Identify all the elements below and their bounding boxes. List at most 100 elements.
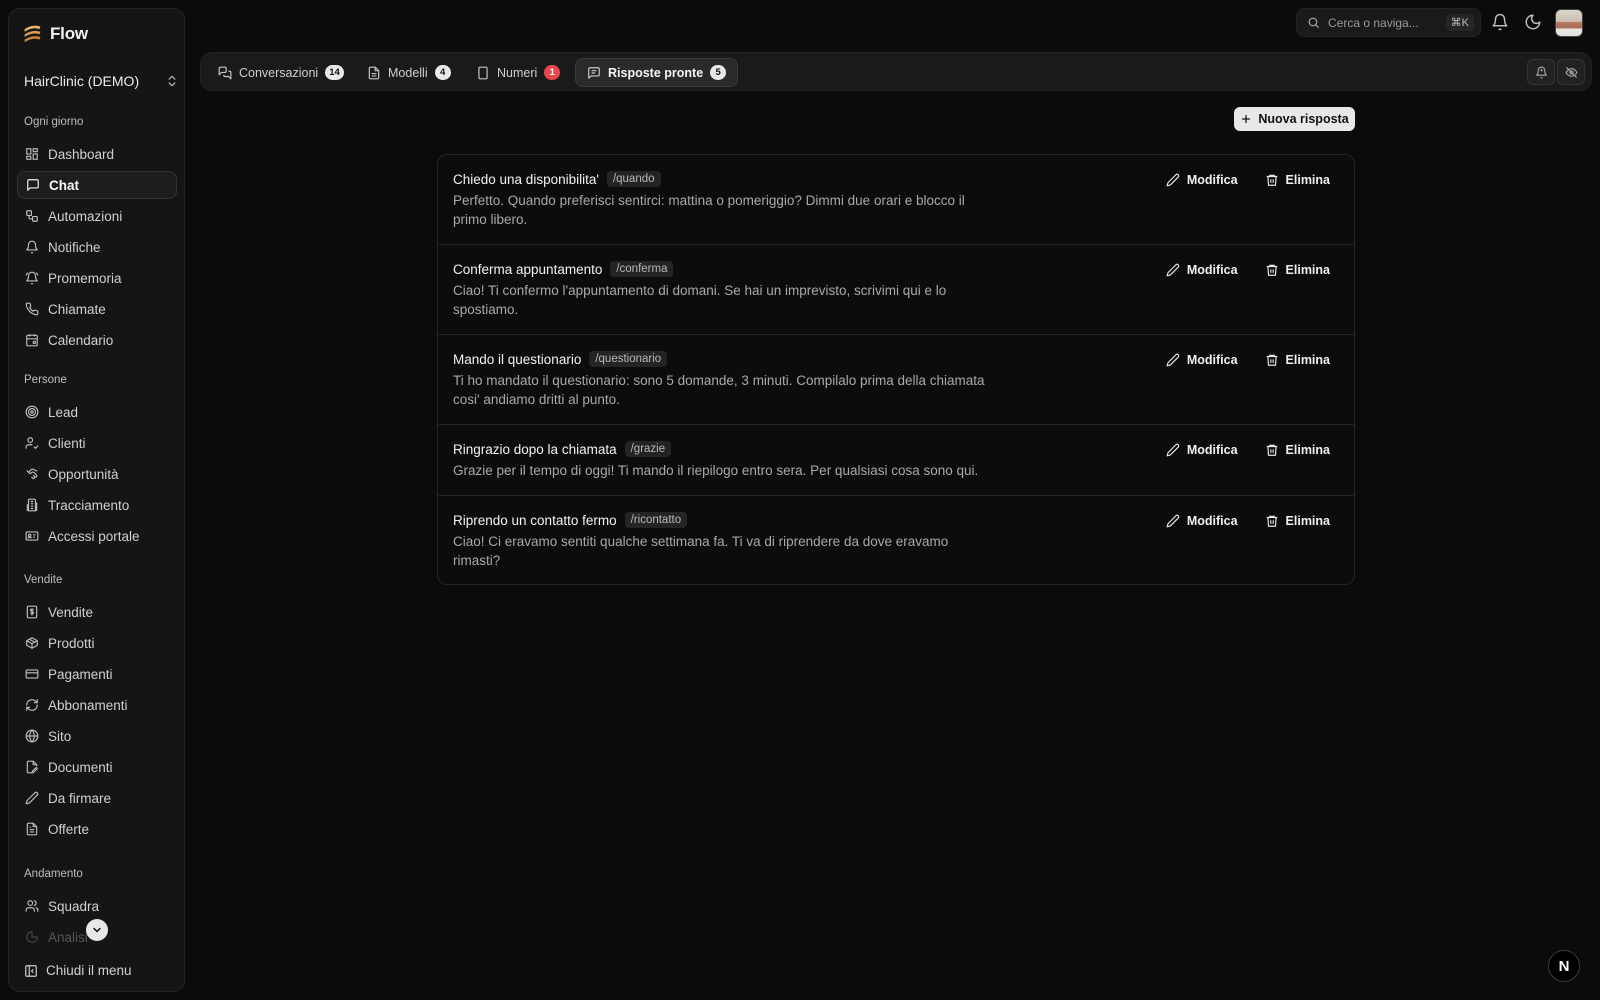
tab-label: Conversazioni — [239, 65, 319, 80]
tab-conversazioni[interactable]: Conversazioni 14 — [207, 58, 355, 87]
delete-button[interactable]: Elimina — [1265, 514, 1330, 528]
tab-count-badge: 5 — [710, 65, 727, 80]
sidebar-item-label: Accessi portale — [48, 528, 140, 544]
sidebar-item-label: Tracciamento — [48, 497, 130, 513]
sidebar-item-label: Vendite — [48, 604, 94, 620]
collapse-menu-button[interactable]: Chiudi il menu — [24, 963, 132, 978]
chart-icon — [26, 931, 38, 943]
bell-icon — [26, 240, 38, 254]
sidebar-item-pagamenti[interactable]: Pagamenti — [17, 660, 177, 688]
sidebar-item-offerte[interactable]: Offerte — [17, 815, 177, 843]
edit-button[interactable]: Modifica — [1166, 263, 1238, 277]
handshake-icon — [26, 468, 38, 480]
sidebar-item-abbonamenti[interactable]: Abbonamenti — [17, 691, 177, 719]
sidebar-item-accessi-portale[interactable]: Accessi portale — [17, 522, 177, 550]
bell-ring-icon — [25, 271, 39, 285]
section-label-persone: Persone — [24, 374, 67, 386]
section-label-andamento: Andamento — [24, 868, 83, 880]
workspace-name: HairClinic (DEMO) — [24, 73, 140, 89]
bell-icon[interactable] — [1491, 13, 1509, 31]
sidebar-item-label: Abbonamenti — [48, 697, 128, 713]
reply-body: Grazie per il tempo di oggi! Ti mando il… — [453, 463, 979, 478]
reply-title: Conferma appuntamento — [453, 261, 603, 277]
sidebar-item-chiamate[interactable]: Chiamate — [17, 295, 177, 323]
brand[interactable]: Flow — [22, 23, 88, 44]
reply-title-group: Riprendo un contatto fermo /ricontatto — [453, 512, 688, 528]
sidebar-item-automazioni[interactable]: Automazioni — [17, 202, 177, 230]
delete-button[interactable]: Elimina — [1265, 263, 1330, 277]
edit-button[interactable]: Modifica — [1166, 173, 1238, 187]
list-item: Riprendo un contatto fermo /ricontatto C… — [438, 496, 1354, 584]
dashboard-icon — [26, 148, 38, 160]
tab-numeri[interactable]: Numeri 1 — [465, 58, 571, 87]
pencil-icon — [1166, 514, 1180, 528]
file-text-icon — [26, 822, 38, 836]
sidebar-item-squadra[interactable]: Squadra — [17, 892, 177, 920]
sidebar-item-label: Calendario — [48, 332, 114, 348]
edit-label: Modifica — [1186, 173, 1238, 187]
reply-title-group: Ringrazio dopo la chiamata /grazie — [453, 441, 672, 457]
delete-button[interactable]: Elimina — [1265, 443, 1330, 457]
sidebar-item-calendario[interactable]: Calendario — [17, 326, 177, 354]
target-icon — [25, 405, 39, 419]
search-input[interactable]: Cerca o naviga... ⌘K — [1296, 8, 1481, 37]
tab-modelli[interactable]: Modelli 4 — [356, 58, 462, 87]
reply-title-group: Mando il questionario /questionario — [453, 351, 668, 367]
message-square-text-icon — [588, 66, 600, 79]
list-item: Ringrazio dopo la chiamata /grazie Grazi… — [438, 425, 1354, 496]
reply-actions: Modifica Elimina — [1166, 443, 1330, 457]
edit-label: Modifica — [1186, 514, 1238, 528]
sidebar-item-da-firmare[interactable]: Da firmare — [17, 784, 177, 812]
workspace-switcher[interactable]: HairClinic (DEMO) — [24, 67, 179, 95]
sidebar-item-opportunita[interactable]: Opportunità — [17, 460, 177, 488]
hide-button[interactable] — [1557, 59, 1585, 85]
sidebar-item-vendite[interactable]: Vendite — [17, 598, 177, 626]
edit-button[interactable]: Modifica — [1166, 514, 1238, 528]
tab-risposte-pronte[interactable]: Risposte pronte 5 — [575, 58, 739, 87]
delete-button[interactable]: Elimina — [1265, 173, 1330, 187]
reply-title-group: Conferma appuntamento /conferma — [453, 261, 674, 277]
sidebar-item-prodotti[interactable]: Prodotti — [17, 629, 177, 657]
sidebar-item-promemoria[interactable]: Promemoria — [17, 264, 177, 292]
pencil-icon — [1166, 353, 1180, 367]
sidebar-item-tracciamento[interactable]: Tracciamento — [17, 491, 177, 519]
scroll-down-button[interactable] — [86, 919, 108, 941]
building-icon — [26, 498, 38, 512]
panel-left-close-icon — [25, 964, 37, 977]
tab-label: Numeri — [497, 65, 538, 80]
sidebar-item-lead[interactable]: Lead — [17, 398, 177, 426]
reply-actions: Modifica Elimina — [1166, 514, 1330, 528]
calendar-icon — [26, 334, 38, 347]
pencil-icon — [1166, 263, 1180, 277]
trash-icon — [1266, 354, 1277, 366]
notifications-toggle-button[interactable] — [1527, 59, 1555, 85]
tab-count-badge: 14 — [325, 65, 344, 80]
new-reply-button[interactable]: Nuova risposta — [1234, 107, 1355, 131]
package-icon — [26, 637, 38, 649]
tab-label: Risposte pronte — [608, 65, 704, 80]
sidebar-item-label: Opportunità — [48, 466, 119, 482]
trash-icon — [1266, 174, 1277, 186]
pencil-icon — [1166, 443, 1180, 457]
avatar[interactable] — [1555, 9, 1583, 37]
edit-button[interactable]: Modifica — [1166, 443, 1238, 457]
dev-tools-button[interactable]: N — [1548, 950, 1580, 982]
sidebar-item-label: Analisi — [48, 929, 88, 945]
delete-label: Elimina — [1285, 263, 1330, 277]
sidebar-item-chat[interactable]: Chat — [17, 171, 177, 199]
tab-count-badge: 4 — [434, 65, 451, 80]
sidebar-item-sito[interactable]: Sito — [17, 722, 177, 750]
globe-icon — [25, 729, 39, 743]
trash-icon — [1266, 444, 1277, 456]
sidebar-item-notifiche[interactable]: Notifiche — [17, 233, 177, 261]
sidebar-item-clienti[interactable]: Clienti — [17, 429, 177, 457]
reply-actions: Modifica Elimina — [1166, 263, 1330, 277]
sidebar-item-documenti[interactable]: Documenti — [17, 753, 177, 781]
sidebar-item-dashboard[interactable]: Dashboard — [17, 140, 177, 168]
moon-icon[interactable] — [1524, 13, 1542, 31]
reply-body: Ciao! Ti confermo l'appuntamento di doma… — [453, 283, 947, 317]
section-label-vendite: Vendite — [24, 574, 63, 586]
delete-button[interactable]: Elimina — [1265, 353, 1330, 367]
reply-title-group: Chiedo una disponibilita' /quando — [453, 171, 661, 187]
edit-button[interactable]: Modifica — [1166, 353, 1238, 367]
